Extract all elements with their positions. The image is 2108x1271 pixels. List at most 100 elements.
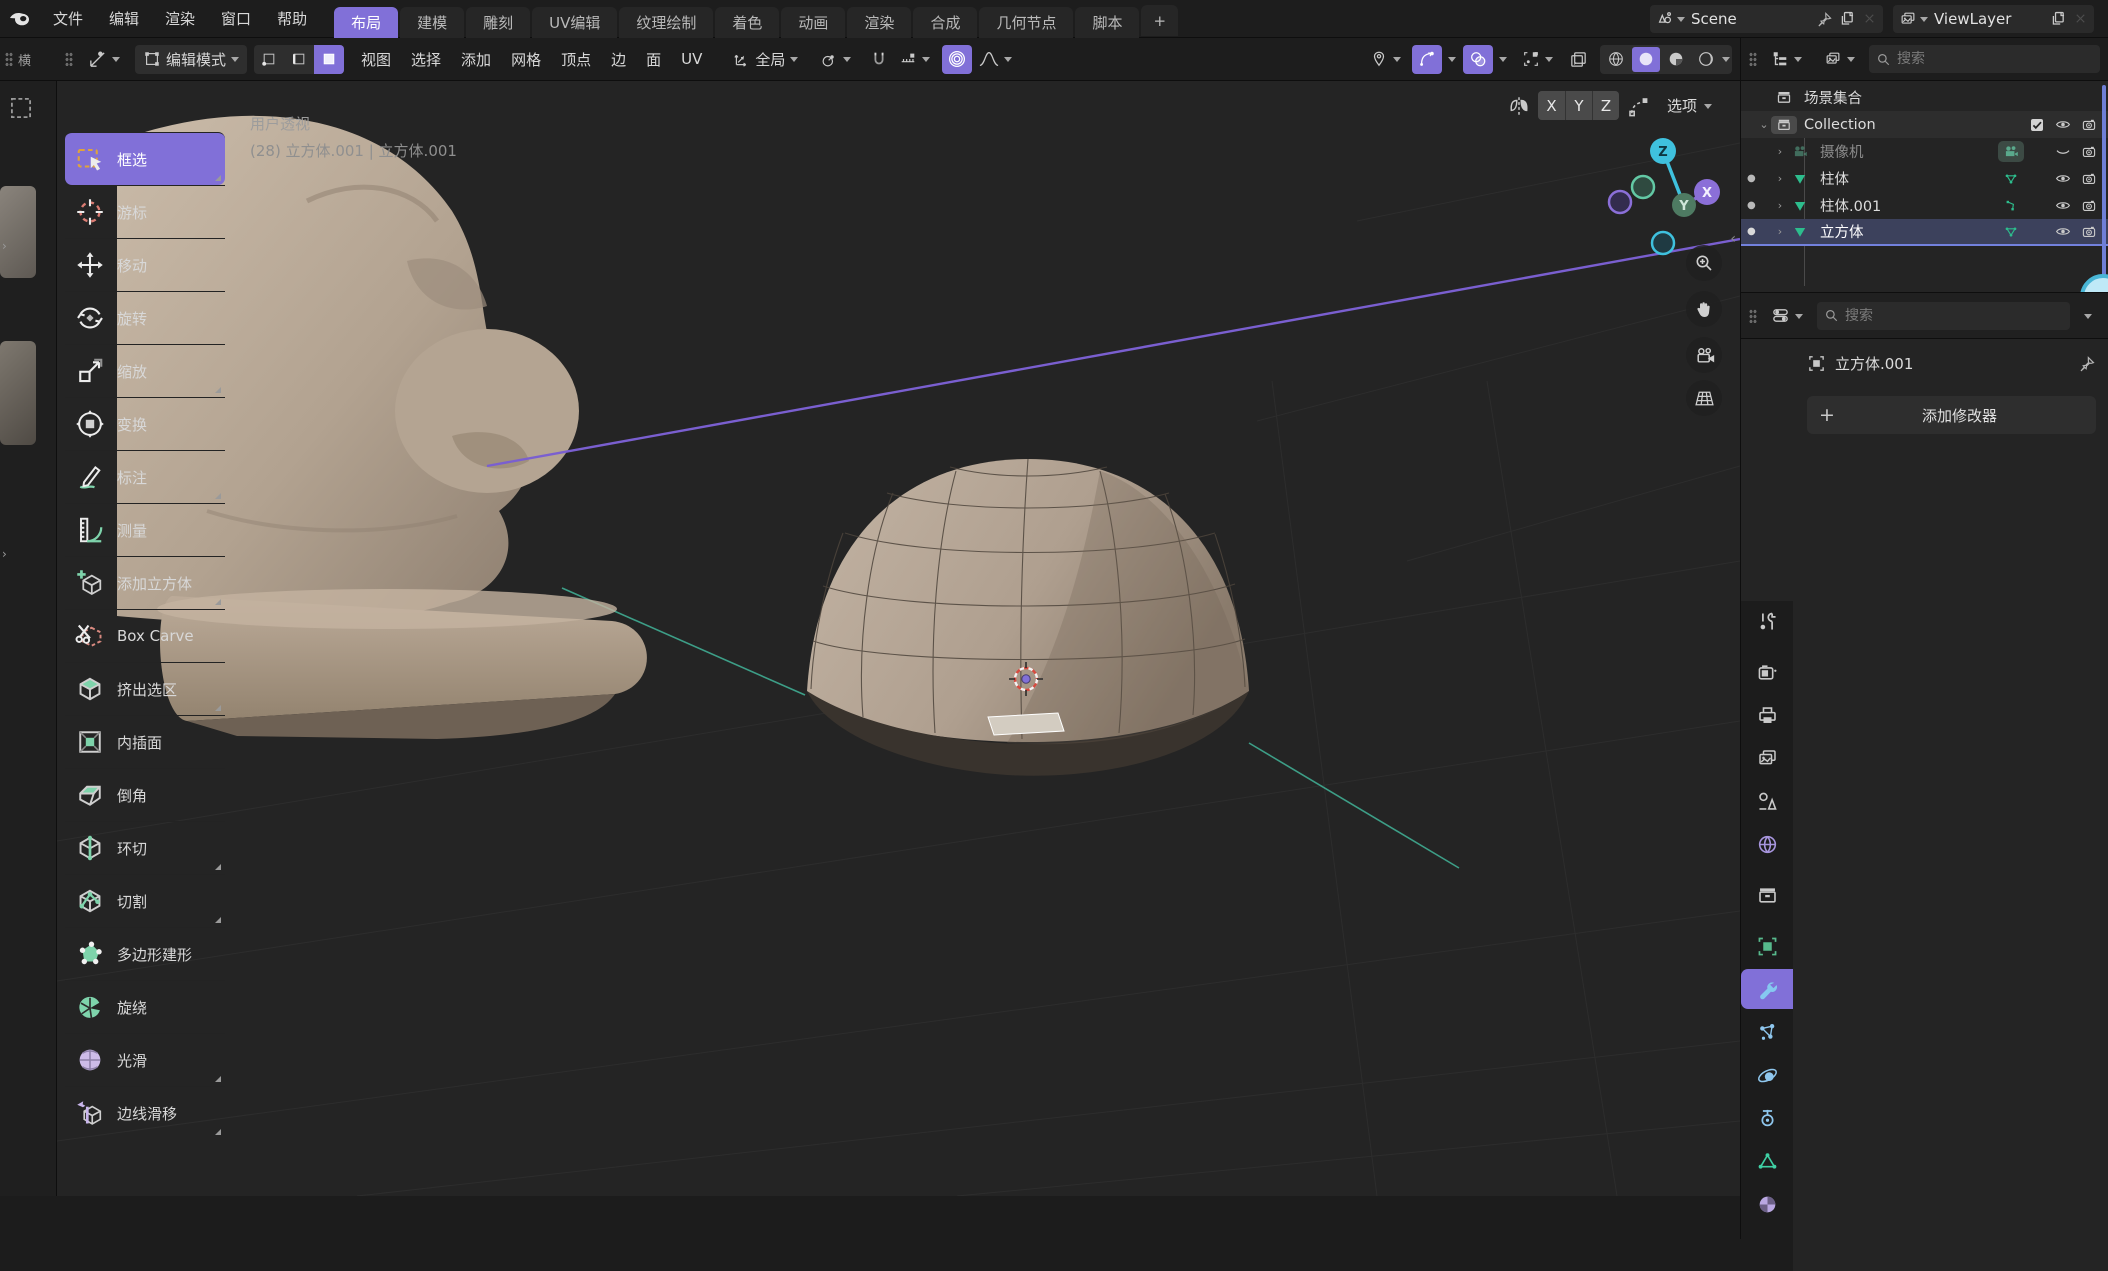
scene-name[interactable]: Scene [1691,10,1811,28]
editor-type-button[interactable] [80,45,128,74]
view-layer-duplicate-icon[interactable] [2050,10,2067,27]
outliner-scrollbar[interactable] [2102,85,2106,288]
snap-settings-dropdown[interactable] [894,45,935,74]
topbar-menu-item[interactable]: 文件 [40,0,96,38]
tool-edge-slide[interactable]: 边线滑移 [65,1086,225,1139]
topbar-menu-item[interactable]: 渲染 [152,0,208,38]
mesh-data-icon[interactable] [1998,198,2024,214]
tab-render[interactable] [1741,652,1793,692]
outliner-row-cube-active[interactable]: ● › 立方体 [1741,219,2108,246]
workspace-tab[interactable]: 建模 [400,7,464,38]
viewport-menu-item[interactable]: 添加 [451,44,501,74]
tab-view-layer[interactable] [1741,738,1793,778]
outliner-search[interactable] [1869,45,2100,73]
workspace-tab[interactable]: 渲染 [847,7,911,38]
proportional-edit-toggle[interactable] [942,45,972,74]
tab-output[interactable] [1741,695,1793,735]
expand-chevron-icon[interactable]: › [1773,172,1787,185]
thumbnail[interactable] [0,341,36,445]
tool-box-select[interactable]: 框选 [65,132,225,185]
workspace-tab[interactable]: 合成 [913,7,977,38]
axis-neg-y-ball[interactable] [1632,176,1654,198]
navigation-gizmo[interactable]: Y Z X [1597,121,1737,261]
topbar-menu-item[interactable]: 编辑 [96,0,152,38]
collapse-chevron-icon[interactable]: ⌄ [1757,118,1771,131]
expand-chevron-icon[interactable]: › [1773,199,1787,212]
viewport-menu-item[interactable]: 视图 [351,44,401,74]
view-layer-icon[interactable] [1899,10,1928,28]
viewport-menu-item[interactable]: UV [671,44,712,74]
pan-view-button[interactable] [1686,291,1722,327]
workspace-tab[interactable]: UV编辑 [532,7,617,38]
mesh-data-icon[interactable] [1998,171,2024,187]
tool-cursor[interactable]: 游标 [65,185,225,238]
view-layer-name[interactable]: ViewLayer [1934,10,2044,28]
tab-object[interactable] [1741,926,1793,966]
outliner-row-collection[interactable]: ⌄ Collection [1741,111,2108,138]
outliner-editor-type-button[interactable] [1763,45,1810,74]
tab-particles[interactable] [1741,1012,1793,1052]
topbar-menu-item[interactable]: 帮助 [264,0,320,38]
outliner-row-camera[interactable]: › 摄像机 [1741,138,2108,165]
xray-toggle[interactable] [1561,45,1596,74]
workspace-tab[interactable]: 脚本 [1075,7,1139,38]
outliner-display-mode-dropdown[interactable] [1816,45,1863,74]
add-modifier-button[interactable]: + 添加修改器 [1807,396,2096,434]
workspace-tab[interactable]: 纹理绘制 [619,7,713,38]
workspace-tab[interactable]: 布局 [334,7,398,38]
collection-checkbox-icon[interactable] [2024,117,2050,133]
pin-icon[interactable] [2079,355,2096,372]
hide-eye-icon[interactable] [2050,170,2076,187]
render-visibility-icon[interactable] [2076,224,2102,240]
tool-annotate[interactable]: 标注 [65,450,225,503]
tool-inset-faces[interactable]: 内插面 [65,715,225,768]
workspace-tab[interactable]: 动画 [781,7,845,38]
add-workspace-button[interactable]: + [1141,5,1178,36]
viewport-menu-item[interactable]: 选择 [401,44,451,74]
viewport-options-dropdown[interactable]: 选项 [1659,91,1720,120]
outliner-row-cylinder[interactable]: ● › 柱体 [1741,165,2108,192]
viewport-menu-item[interactable]: 顶点 [551,44,601,74]
mirror-icon[interactable] [1508,95,1530,117]
scene-pin-icon[interactable] [1817,11,1833,27]
properties-editor-type-button[interactable] [1763,301,1811,330]
zoom-view-button[interactable] [1686,245,1722,281]
hide-eye-icon[interactable] [2050,197,2076,214]
mirror-x-button[interactable]: X [1538,91,1565,120]
tab-material[interactable] [1741,1184,1793,1224]
solid-shading-icon[interactable] [1632,47,1660,72]
camera-data-icon[interactable] [1998,141,2024,162]
render-visibility-icon[interactable] [2076,117,2102,133]
drag-handle-icon[interactable] [5,52,13,66]
camera-view-button[interactable] [1686,337,1722,373]
workspace-tab[interactable]: 着色 [715,7,779,38]
tool-extrude-region[interactable]: 挤出选区 [65,662,225,715]
collapse-panel-chevron[interactable]: ‹ [1730,231,1736,247]
tool-knife[interactable]: 切割 [65,874,225,927]
outliner-search-input[interactable] [1869,45,2100,73]
tool-add-cube[interactable]: 添加立方体 [65,556,225,609]
rendered-shading-icon[interactable] [1692,47,1720,72]
gizmos-toggle[interactable] [1412,45,1442,74]
expand-chevron-icon[interactable]: › [1773,225,1787,238]
mirror-y-button[interactable]: Y [1565,91,1592,120]
scene-icon[interactable] [1656,10,1685,28]
axis-neg-z-ball[interactable] [1652,232,1674,254]
tab-collection[interactable] [1741,875,1793,915]
tool-spin[interactable]: 旋绕 [65,980,225,1033]
expand-chevron-icon[interactable]: › [1773,145,1787,158]
properties-search-input[interactable] [1817,302,2070,330]
scene-duplicate-icon[interactable] [1839,10,1856,27]
shading-dropdown[interactable] [1722,57,1730,66]
mesh-data-icon[interactable] [1998,224,2024,240]
vertex-select-icon[interactable] [254,45,284,74]
workspace-tab[interactable]: 几何节点 [979,7,1073,38]
tool-loop-cut[interactable]: 环切 [65,821,225,874]
breadcrumb-object-name[interactable]: 立方体.001 [1835,353,1913,374]
tool-box-carve[interactable]: Box Carve [65,609,225,662]
thumbnail[interactable] [0,186,36,278]
transform-orientation-dropdown[interactable]: 全局 [725,45,806,74]
tab-physics[interactable] [1741,1055,1793,1095]
material-preview-shading-icon[interactable] [1662,47,1690,72]
wireframe-shading-icon[interactable] [1602,47,1630,72]
